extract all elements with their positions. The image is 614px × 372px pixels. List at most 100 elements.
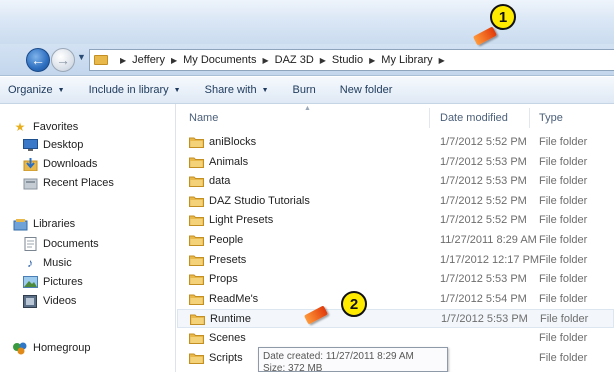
column-header-label: Date modified bbox=[440, 112, 508, 124]
file-date-modified: 1/7/2012 5:52 PM bbox=[440, 214, 527, 227]
file-type: File folder bbox=[539, 136, 588, 148]
file-date-modified: 1/7/2012 5:53 PM bbox=[440, 175, 527, 188]
file-name: People bbox=[209, 234, 244, 246]
file-name: Animals bbox=[209, 155, 249, 168]
videos-icon bbox=[22, 294, 38, 308]
file-name: Light Presets bbox=[209, 214, 274, 227]
file-date-modified: 1/7/2012 5:53 PM bbox=[440, 155, 527, 168]
file-date-modified: 1/17/2012 12:17 PM bbox=[440, 253, 540, 266]
breadcrumb-item[interactable]: DAZ 3D ▶ bbox=[275, 54, 332, 66]
nav-item-recent-places[interactable]: Recent Places bbox=[22, 176, 114, 190]
folder-icon bbox=[189, 353, 204, 364]
nav-item-videos[interactable]: Videos bbox=[22, 294, 76, 308]
file-type: File folder bbox=[539, 155, 588, 168]
nav-item-documents[interactable]: Documents bbox=[22, 237, 99, 251]
file-type: File folder bbox=[539, 175, 588, 188]
tooltip-date-created: Date created: 11/27/2011 8:29 AM bbox=[263, 351, 414, 362]
share-with-button[interactable]: Share with ▼ bbox=[205, 84, 269, 96]
nav-favorites-label: Favorites bbox=[33, 121, 79, 133]
table-row[interactable]: Scenes File folder bbox=[177, 329, 614, 348]
favorites-star-icon: ★ bbox=[14, 120, 26, 134]
burn-label: Burn bbox=[292, 84, 316, 96]
folder-icon bbox=[189, 235, 204, 246]
column-header-label: Name bbox=[189, 112, 219, 124]
chevron-right-icon: ▶ bbox=[369, 55, 376, 65]
table-row[interactable]: Light Presets 1/7/2012 5:52 PM File folder bbox=[177, 211, 614, 230]
organize-button[interactable]: Organize ▼ bbox=[8, 84, 65, 96]
table-row[interactable]: aniBlocks 1/7/2012 5:52 PM File folder bbox=[177, 133, 614, 152]
breadcrumb-label: Jeffery bbox=[132, 54, 165, 66]
nav-favorites[interactable]: ★ Favorites bbox=[12, 120, 79, 134]
chevron-right-icon: ▶ bbox=[319, 55, 326, 65]
breadcrumb-item[interactable]: Jeffery ▶ bbox=[132, 54, 183, 66]
file-date-modified: 11/27/2011 8:29 AM bbox=[440, 234, 537, 246]
chevron-down-icon: ▼ bbox=[261, 86, 269, 94]
nav-item-music[interactable]: ♪ Music bbox=[22, 256, 72, 270]
file-name: Scripts bbox=[209, 351, 243, 364]
table-row[interactable]: Animals 1/7/2012 5:53 PM File folder bbox=[177, 153, 614, 172]
table-row[interactable]: People 11/27/2011 8:29 AM File folder bbox=[177, 231, 614, 250]
downloads-icon bbox=[22, 157, 38, 171]
table-row[interactable]: Runtime 1/7/2012 5:53 PM File folder bbox=[177, 309, 614, 329]
callout-number: 2 bbox=[349, 295, 359, 313]
column-divider bbox=[529, 108, 530, 128]
table-row[interactable]: Presets 1/17/2012 12:17 PM File folder bbox=[177, 251, 614, 270]
new-folder-button[interactable]: New folder bbox=[340, 84, 393, 96]
folder-icon bbox=[189, 215, 204, 227]
breadcrumb-item[interactable]: Studio ▶ bbox=[332, 54, 381, 66]
folder-icon bbox=[189, 274, 204, 286]
navigation-pane: ★ Favorites Desktop Downloads Recent Pla… bbox=[0, 104, 176, 372]
folder-icon bbox=[94, 55, 108, 65]
breadcrumb-label: My Documents bbox=[183, 54, 257, 66]
new-folder-label: New folder bbox=[339, 84, 393, 96]
callout-number: 1 bbox=[498, 8, 508, 26]
table-row[interactable]: ReadMe's 1/7/2012 5:54 PM File folder bbox=[177, 290, 614, 309]
column-header-type[interactable]: Type bbox=[539, 112, 563, 124]
nav-item-desktop[interactable]: Desktop bbox=[22, 138, 83, 152]
pictures-icon bbox=[22, 275, 38, 289]
callout-marker-1: 1 bbox=[490, 4, 516, 30]
recent-pages-dropdown-icon[interactable]: ▼ bbox=[77, 52, 86, 62]
forward-button[interactable]: → bbox=[51, 48, 75, 72]
folder-icon bbox=[189, 196, 204, 207]
nav-homegroup[interactable]: Homegroup bbox=[12, 341, 90, 355]
file-type: File folder bbox=[539, 351, 588, 364]
file-type: File folder bbox=[539, 273, 588, 286]
nav-item-label: Recent Places bbox=[43, 177, 114, 189]
file-type: File folder bbox=[540, 313, 589, 326]
share-with-label: Share with bbox=[204, 84, 257, 96]
forward-arrow-icon: → bbox=[56, 52, 70, 68]
folder-icon bbox=[189, 255, 204, 266]
file-date-modified: 1/7/2012 5:53 PM bbox=[440, 273, 527, 286]
file-type: File folder bbox=[539, 332, 588, 344]
file-date-modified: 1/7/2012 5:52 PM bbox=[440, 194, 527, 207]
nav-item-pictures[interactable]: Pictures bbox=[22, 275, 83, 289]
file-type: File folder bbox=[539, 214, 588, 227]
breadcrumb-separator[interactable]: ▶ bbox=[114, 56, 132, 65]
breadcrumb-item[interactable]: My Documents ▶ bbox=[183, 54, 275, 66]
nav-item-label: Documents bbox=[43, 238, 99, 250]
chevron-right-icon: ▶ bbox=[262, 55, 269, 65]
back-button[interactable]: ← bbox=[26, 48, 50, 72]
chevron-right-icon: ▶ bbox=[438, 55, 445, 65]
table-row[interactable]: data 1/7/2012 5:53 PM File folder bbox=[177, 172, 614, 191]
nav-libraries[interactable]: Libraries bbox=[12, 217, 75, 231]
breadcrumb-item[interactable]: My Library ▶ bbox=[381, 54, 451, 66]
file-name: DAZ Studio Tutorials bbox=[209, 194, 310, 207]
table-row[interactable]: DAZ Studio Tutorials 1/7/2012 5:52 PM File… bbox=[177, 192, 614, 211]
file-type: File folder bbox=[539, 234, 588, 246]
burn-button[interactable]: Burn bbox=[293, 84, 316, 96]
nav-item-label: Pictures bbox=[43, 276, 83, 288]
address-field[interactable]: ▶ Jeffery ▶ My Documents ▶ DAZ 3D ▶ Studio ▶… bbox=[89, 49, 614, 71]
file-name: Scenes bbox=[209, 332, 246, 344]
include-in-library-button[interactable]: Include in library ▼ bbox=[89, 84, 181, 96]
organize-label: Organize bbox=[8, 84, 53, 96]
nav-item-downloads[interactable]: Downloads bbox=[22, 157, 97, 171]
include-in-library-label: Include in library bbox=[88, 84, 169, 96]
file-type: File folder bbox=[539, 194, 588, 207]
back-arrow-icon: ← bbox=[31, 52, 45, 68]
column-header-name[interactable]: Name bbox=[189, 112, 218, 124]
table-row[interactable]: Props 1/7/2012 5:53 PM File folder bbox=[177, 270, 614, 289]
column-header-date[interactable]: Date modified bbox=[440, 112, 508, 124]
nav-libraries-label: Libraries bbox=[33, 218, 76, 230]
